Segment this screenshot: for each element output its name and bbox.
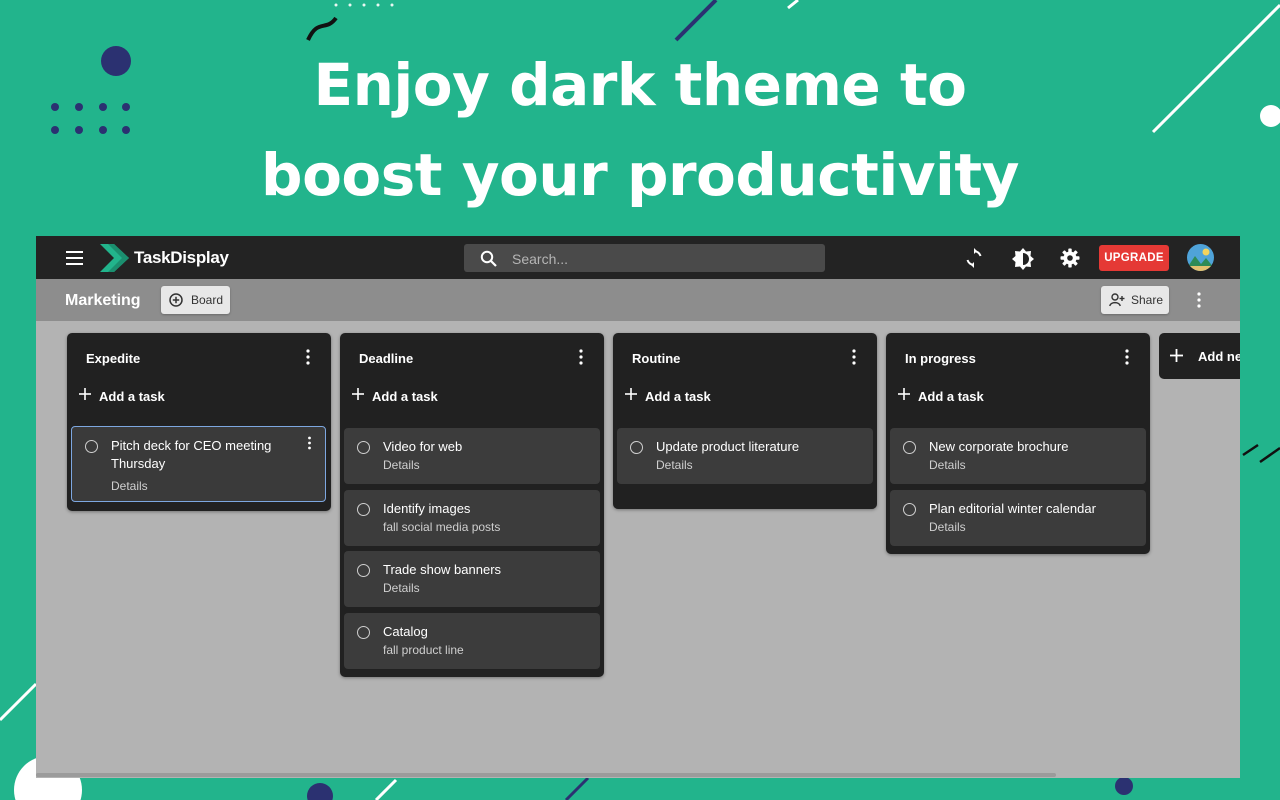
plus-icon bbox=[625, 388, 637, 400]
task-subtitle: Details bbox=[929, 458, 966, 472]
upgrade-button[interactable]: UPGRADE bbox=[1099, 245, 1169, 271]
app-window: TaskDisplay Search... UPGRADE Marketing … bbox=[36, 236, 1240, 778]
task-title: Catalog bbox=[383, 624, 428, 639]
task-subtitle: fall social media posts bbox=[383, 520, 501, 534]
complete-checkbox[interactable] bbox=[903, 441, 916, 454]
gear-icon[interactable] bbox=[1060, 248, 1080, 268]
task-subtitle: Details bbox=[656, 458, 693, 472]
headline-line-1: Enjoy dark theme to bbox=[313, 51, 967, 119]
task-card[interactable]: Update product literature Details bbox=[617, 428, 873, 484]
add-task-label: Add a task bbox=[372, 389, 438, 404]
task-subtitle: Details bbox=[111, 479, 148, 493]
share-button[interactable]: Share bbox=[1101, 286, 1169, 314]
column-menu-icon[interactable] bbox=[851, 349, 857, 365]
add-task-label: Add a task bbox=[918, 389, 984, 404]
avatar[interactable] bbox=[1187, 244, 1214, 271]
task-card[interactable]: Pitch deck for CEO meeting Thursday Deta… bbox=[71, 426, 326, 502]
task-card[interactable]: Catalog fall product line bbox=[344, 613, 600, 669]
column-routine: Routine Add a task Update product litera… bbox=[613, 333, 877, 509]
task-subtitle: Details bbox=[383, 458, 420, 472]
avatar-image-icon bbox=[1187, 244, 1214, 271]
column-menu-icon[interactable] bbox=[1124, 349, 1130, 365]
column-deadline: Deadline Add a task Video for web Detail… bbox=[340, 333, 604, 677]
horizontal-scrollbar[interactable] bbox=[36, 773, 1056, 777]
promo-headline: Enjoy dark theme to boost your productiv… bbox=[0, 40, 1280, 220]
task-subtitle: fall product line bbox=[383, 643, 464, 657]
task-menu-icon[interactable] bbox=[307, 436, 312, 450]
board-title: Marketing bbox=[65, 292, 141, 309]
plus-icon bbox=[1170, 349, 1183, 362]
complete-checkbox[interactable] bbox=[630, 441, 643, 454]
column-title: Expedite bbox=[86, 351, 141, 366]
column-title: Routine bbox=[632, 351, 681, 366]
complete-checkbox[interactable] bbox=[357, 441, 370, 454]
logo-icon bbox=[100, 244, 129, 272]
column-menu-icon[interactable] bbox=[305, 349, 311, 365]
complete-checkbox[interactable] bbox=[357, 564, 370, 577]
column-expedite: Expedite Add a task Pitch deck for CEO m… bbox=[67, 333, 331, 511]
board-button-label: Board bbox=[191, 293, 224, 307]
complete-checkbox[interactable] bbox=[903, 503, 916, 516]
complete-checkbox[interactable] bbox=[357, 626, 370, 639]
column-title: Deadline bbox=[359, 351, 414, 366]
add-task-label: Add a task bbox=[99, 389, 165, 404]
menu-icon[interactable] bbox=[66, 251, 83, 265]
add-column-label: Add new bbox=[1198, 349, 1240, 364]
plus-icon bbox=[352, 388, 364, 400]
task-card[interactable]: Identify images fall social media posts bbox=[344, 490, 600, 546]
search-input[interactable] bbox=[510, 248, 814, 270]
board-view-button[interactable]: Board bbox=[161, 286, 230, 314]
task-title: Identify images bbox=[383, 501, 471, 516]
column-in-progress: In progress Add a task New corporate bro… bbox=[886, 333, 1150, 554]
task-card[interactable]: Video for web Details bbox=[344, 428, 600, 484]
task-card[interactable]: Trade show banners Details bbox=[344, 551, 600, 607]
column-title: In progress bbox=[905, 351, 976, 366]
add-task-label: Add a task bbox=[645, 389, 711, 404]
task-title: Update product literature bbox=[656, 439, 800, 454]
task-title: Trade show banners bbox=[383, 562, 502, 577]
task-subtitle: Details bbox=[929, 520, 966, 534]
add-column-button[interactable]: Add new bbox=[1159, 333, 1240, 379]
complete-checkbox[interactable] bbox=[357, 503, 370, 516]
app-name: TaskDisplay bbox=[134, 248, 229, 267]
task-title: New corporate brochure bbox=[929, 439, 1069, 454]
plus-icon bbox=[79, 388, 91, 400]
task-title: Plan editorial winter calendar bbox=[929, 501, 1096, 516]
column-menu-icon[interactable] bbox=[578, 349, 584, 365]
sync-icon[interactable] bbox=[964, 248, 984, 268]
share-label: Share bbox=[1131, 293, 1164, 307]
task-title: Pitch deck for CEO meeting Thursday bbox=[111, 438, 272, 471]
task-title: Video for web bbox=[383, 439, 463, 454]
headline-line-2: boost your productivity bbox=[261, 141, 1019, 209]
task-card[interactable]: Plan editorial winter calendar Details bbox=[890, 490, 1146, 546]
top-bar: TaskDisplay Search... UPGRADE bbox=[36, 236, 1240, 279]
task-card[interactable]: New corporate brochure Details bbox=[890, 428, 1146, 484]
plus-icon bbox=[898, 388, 910, 400]
board-header: Marketing Board Share bbox=[36, 279, 1240, 321]
more-options-icon[interactable] bbox=[1196, 292, 1202, 308]
search-bar[interactable] bbox=[464, 244, 825, 272]
brightness-icon[interactable] bbox=[1012, 248, 1034, 270]
complete-checkbox[interactable] bbox=[85, 440, 98, 453]
add-person-icon bbox=[1109, 293, 1125, 307]
search-icon bbox=[480, 250, 497, 267]
task-subtitle: Details bbox=[383, 581, 420, 595]
add-circle-icon bbox=[169, 293, 183, 307]
